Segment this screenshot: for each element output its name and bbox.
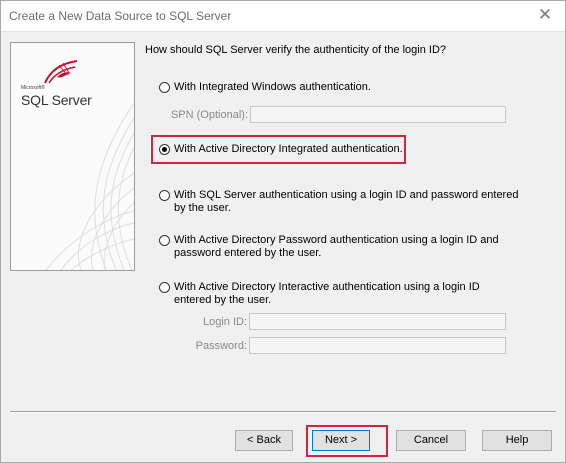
- password-label: Password:: [195, 340, 247, 352]
- separator-line: [10, 411, 556, 413]
- radio-label: With Active Directory Integrated authent…: [174, 143, 403, 155]
- auth-question: How should SQL Server verify the authent…: [145, 44, 447, 56]
- radio-button[interactable]: [159, 235, 170, 246]
- radio-label: With SQL Server authentication using a l…: [174, 189, 519, 214]
- spn-input[interactable]: [250, 106, 506, 123]
- login-id-label: Login ID:: [202, 316, 247, 328]
- logo-brand-main: SQL Server: [21, 92, 92, 108]
- radio-label: With Active Directory Interactive authen…: [174, 281, 480, 306]
- back-button[interactable]: < Back: [235, 430, 293, 451]
- help-button[interactable]: Help: [482, 430, 552, 451]
- title-bar: Create a New Data Source to SQL Server ✕: [0, 0, 566, 32]
- radio-button[interactable]: [159, 82, 170, 93]
- radio-button[interactable]: [159, 190, 170, 201]
- radio-label: With Integrated Windows authentication.: [174, 81, 371, 93]
- login-id-input[interactable]: [249, 313, 506, 330]
- sql-server-logo-icon: [44, 60, 78, 84]
- window-title: Create a New Data Source to SQL Server: [9, 9, 232, 23]
- spn-label: SPN (Optional):: [170, 109, 248, 121]
- password-input[interactable]: [249, 337, 506, 354]
- radio-button[interactable]: [159, 282, 170, 293]
- cancel-button[interactable]: Cancel: [396, 430, 466, 451]
- logo-brand-small: Microsoft®: [21, 85, 45, 91]
- radio-button[interactable]: [159, 144, 170, 155]
- sql-server-logo-panel: Microsoft® SQL Server: [10, 42, 135, 271]
- next-button[interactable]: Next >: [312, 430, 370, 451]
- radio-label: With Active Directory Password authentic…: [174, 234, 499, 259]
- close-icon[interactable]: ✕: [534, 4, 556, 26]
